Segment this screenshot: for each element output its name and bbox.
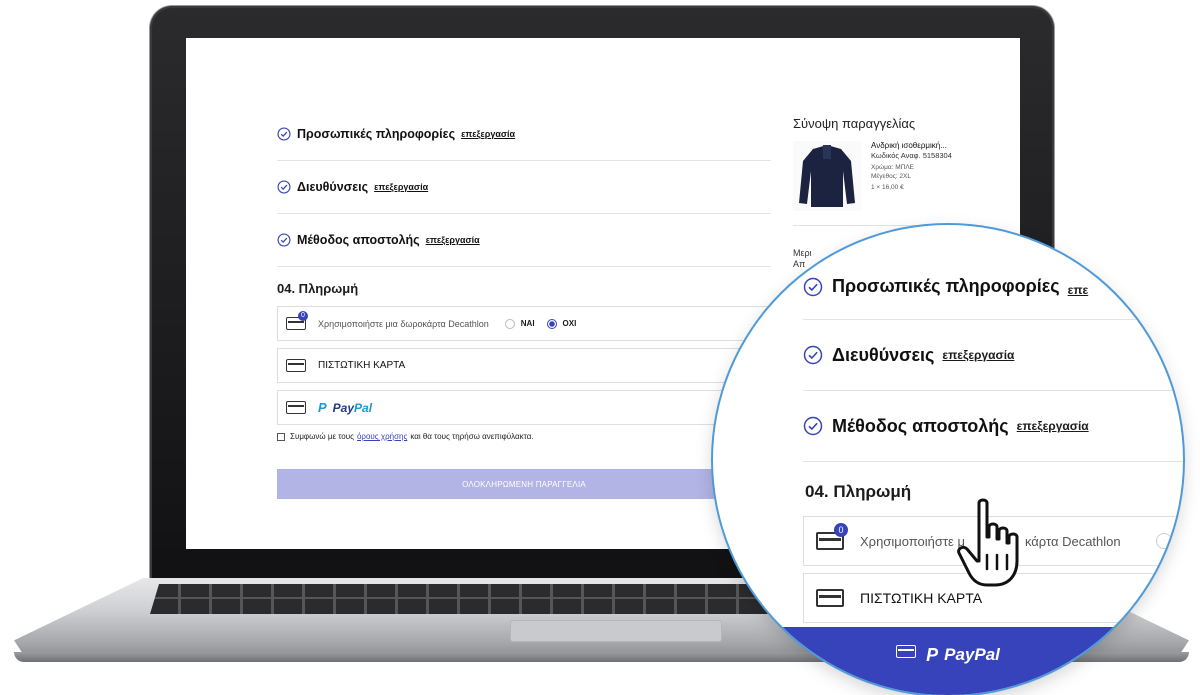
paypal-option[interactable]: P Pay Pal	[277, 390, 771, 425]
edit-link[interactable]: επεξεργασία	[1017, 419, 1089, 433]
zoom-step-addresses: Διευθύνσεις επεξεργασία	[803, 320, 1183, 391]
product-info: Ανδρική ισοθερμική... Κωδικός Αναφ. 5158…	[871, 141, 952, 211]
terms-text-before: Συμφωνώ με τους	[290, 432, 354, 441]
gift-card-label-end: κάρτα Decathlon	[1024, 533, 1121, 549]
check-circle-icon	[803, 277, 823, 297]
terms-row: Συμφωνώ με τους όρους χρήσης και θα τους…	[277, 432, 771, 441]
paypal-logo-text: PayPal	[944, 645, 1000, 664]
step-title: Προσωπικές πληροφορίες	[297, 127, 456, 141]
zoom-magnifier: Προσωπικές πληροφορίες επε Διευθύνσεις ε…	[713, 225, 1183, 695]
payment-section-title: 04. Πληρωμή	[277, 281, 359, 296]
product-name: Ανδρική ισοθερμική...	[871, 141, 947, 150]
gift-card-option: 0 Χρησιμοποιήστε μια δωροκάρτα Decathlon…	[277, 306, 771, 341]
step-title: Διευθύνσεις	[832, 344, 935, 365]
product-size: Μέγεθος: 2XL	[871, 172, 911, 180]
summary-title: Σύνοψη παραγγελίας	[793, 116, 916, 131]
paypal-card-icon	[896, 645, 917, 658]
paypal-logo: P Pay Pal	[318, 400, 372, 415]
step-title: Μέθοδος αποστολής	[832, 415, 1009, 436]
step-addresses: Διευθύνσεις επεξεργασία	[277, 161, 771, 214]
paypal-pal: Pal	[354, 400, 373, 415]
step-shipping-method: Μέθοδος αποστολής επεξεργασία	[277, 214, 771, 267]
edit-link[interactable]: επεξεργασία	[942, 348, 1014, 362]
gift-card-label: Χρησιμοποιήστε μια δωροκάρτα Decathlon	[318, 318, 489, 329]
edit-link[interactable]: επεξεργασία	[374, 182, 428, 192]
edit-link[interactable]: επεξεργασία	[426, 235, 480, 245]
credit-card-label: ΠΙΣΤΩΤΙΚΗ ΚΑΡΤΑ	[860, 590, 983, 606]
paypal-p-icon: P	[318, 400, 327, 415]
paypal-card-icon	[286, 401, 306, 414]
gift-card-yes-radio[interactable]	[504, 318, 515, 329]
credit-card-icon	[286, 359, 306, 372]
check-circle-icon	[803, 345, 823, 365]
gift-card-yes-radio[interactable]	[1156, 533, 1172, 549]
gift-card-count-badge: 0	[298, 311, 308, 321]
gift-card-count-badge: 0	[834, 523, 848, 537]
credit-card-label: ΠΙΣΤΩΤΙΚΗ ΚΑΡΤΑ	[318, 360, 406, 371]
credit-card-option[interactable]: ΠΙΣΤΩΤΙΚΗ ΚΑΡΤΑ	[277, 348, 771, 383]
edit-link[interactable]: επεξεργασία	[461, 129, 515, 139]
zoom-step-shipping-method: Μέθοδος αποστολής επεξεργασία	[803, 391, 1183, 462]
product-image	[793, 141, 861, 211]
zoom-step-personal-info: Προσωπικές πληροφορίες επε	[803, 225, 1183, 320]
step-title: Προσωπικές πληροφορίες	[832, 276, 1060, 296]
summary-product: Ανδρική ισοθερμική... Κωδικός Αναφ. 5158…	[793, 141, 983, 226]
paypal-p-icon: P	[926, 645, 939, 665]
step-title: Διευθύνσεις	[297, 180, 369, 194]
complete-order-button[interactable]: ΟΛΟΚΛΗΡΩΜΕΝΗ ΠΑΡΑΓΓΕΛΙΑ	[277, 469, 771, 499]
paypal-pay: Pay	[332, 400, 355, 415]
step-personal-info: Προσωπικές πληροφορίες επεξεργασία	[277, 108, 771, 161]
checkout-steps: Προσωπικές πληροφορίες επεξεργασία Διευθ…	[277, 108, 771, 499]
product-qty-price: 1 × 16,00 €	[871, 183, 904, 191]
product-ref: Κωδικός Αναφ. 5158304	[871, 151, 952, 160]
gift-card-label-start: Χρησιμοποιήστε μ	[860, 533, 965, 549]
gift-card-no-radio[interactable]	[546, 318, 557, 329]
pointer-hand-icon	[957, 498, 1019, 587]
gift-card-no-label[interactable]: ΟΧΙ	[563, 319, 577, 328]
check-circle-icon	[277, 233, 291, 247]
step-title: Μέθοδος αποστολής	[297, 233, 420, 247]
terms-text-after: και θα τους τηρήσω ανεπιφύλακτα.	[410, 432, 534, 441]
terms-link[interactable]: όρους χρήσης	[357, 432, 407, 441]
check-circle-icon	[803, 416, 823, 436]
check-circle-icon	[277, 127, 291, 141]
laptop-trackpad	[510, 620, 722, 642]
credit-card-icon	[816, 589, 844, 607]
check-circle-icon	[277, 180, 291, 194]
product-color: Χρώμα: ΜΠΛΕ	[871, 164, 915, 172]
gift-card-yes-label[interactable]: ΝΑΙ	[521, 319, 535, 328]
edit-link[interactable]: επε	[1068, 283, 1089, 297]
terms-checkbox[interactable]	[277, 432, 285, 441]
